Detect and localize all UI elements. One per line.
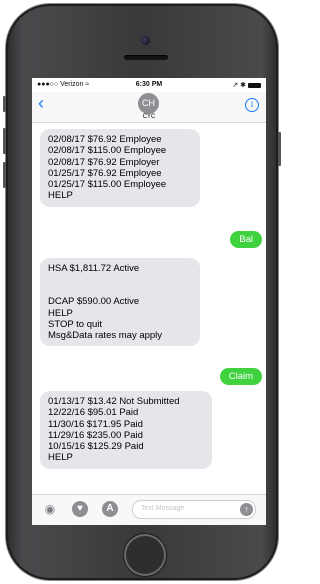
info-icon[interactable]: i: [245, 98, 259, 112]
messages-screen: ●●●○○ Verizon ≈ 6:30 PM ↗ ✱ ‹ CH CYC i 0…: [32, 78, 266, 525]
camera-icon[interactable]: ◉: [42, 501, 58, 517]
contact-avatar[interactable]: CH: [138, 93, 159, 114]
message-line: HSA $1,811.72 Active: [48, 263, 140, 274]
message-line: 01/13/17 $13.42 Not Submitted: [48, 396, 180, 407]
message-line: Msg&Data rates may apply: [48, 330, 163, 342]
message-line: HELP: [48, 452, 73, 464]
power-button: [278, 132, 281, 166]
incoming-message-1[interactable]: 02/08/17 $76.92 Employee 02/08/17 $115.0…: [40, 129, 200, 207]
message-line: 01/25/17 $76.92 Employee: [48, 167, 162, 179]
conversation-header: ‹ CH CYC i: [32, 92, 266, 123]
message-line: 11/29/16 $235.00 Paid: [48, 429, 143, 441]
message-line: 01/25/17 $115.00 Employee: [48, 179, 167, 191]
message-input[interactable]: Text Message ↑: [132, 500, 256, 519]
message-composer: ◉ ♥ A Text Message ↑: [32, 494, 266, 525]
iphone-frame: ●●●○○ Verizon ≈ 6:30 PM ↗ ✱ ‹ CH CYC i 0…: [3, 4, 281, 580]
front-camera: [141, 36, 150, 45]
message-line: 02/08/17 $76.92 Employer: [48, 156, 160, 168]
app-store-icon[interactable]: A: [102, 501, 118, 517]
outgoing-message-bal[interactable]: Bal: [230, 231, 262, 249]
send-icon[interactable]: ↑: [240, 503, 253, 516]
contact-name[interactable]: CYC: [32, 114, 266, 120]
home-button[interactable]: [124, 534, 166, 576]
message-line: STOP to quit: [48, 318, 103, 330]
message-line: 10/15/16 $125.29 Paid: [48, 441, 144, 453]
message-line: 12/22/16 $95.01 Paid: [48, 407, 139, 419]
digital-touch-icon[interactable]: ♥: [72, 501, 88, 517]
message-line: 02/08/17 $76.92 Employee: [48, 134, 162, 145]
back-chevron-icon[interactable]: ‹: [38, 94, 44, 112]
volume-up-button: [3, 128, 6, 154]
message-line: HELP: [48, 190, 73, 202]
mute-switch: [3, 96, 6, 112]
message-line: HELP: [48, 307, 73, 319]
message-line: DCAP $590.00 Active: [48, 296, 140, 308]
earpiece-speaker: [124, 55, 168, 60]
message-line: 11/30/16 $171.95 Paid: [48, 418, 143, 430]
incoming-message-2[interactable]: HSA $1,811.72 Active DCAP $590.00 Active…: [40, 258, 200, 347]
status-time: 6:30 PM: [135, 81, 163, 88]
message-line: 02/08/17 $115.00 Employee: [48, 145, 167, 157]
status-right: ↗ ✱: [232, 81, 261, 89]
message-placeholder: Text Message: [141, 505, 185, 512]
status-bar: ●●●○○ Verizon ≈ 6:30 PM ↗ ✱: [32, 78, 266, 92]
battery-icon: [248, 82, 261, 88]
volume-down-button: [3, 162, 6, 188]
location-bluetooth-icon: ↗ ✱: [232, 82, 247, 89]
outgoing-message-claim[interactable]: Claim: [219, 368, 262, 386]
incoming-message-3[interactable]: 01/13/17 $13.42 Not Submitted 12/22/16 $…: [40, 391, 212, 469]
